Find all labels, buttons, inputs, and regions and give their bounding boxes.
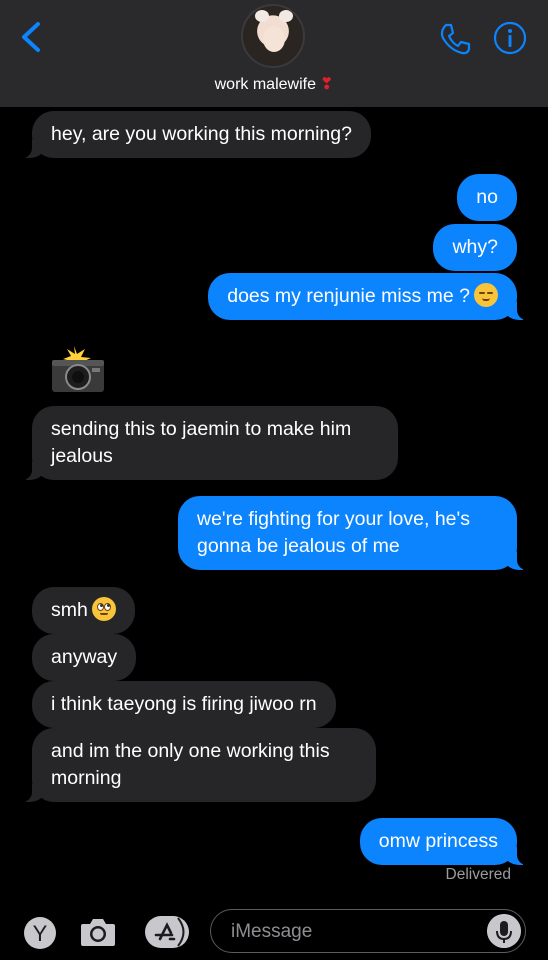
message-bubble-outgoing[interactable]: we're fighting for your love, he's gonna… xyxy=(178,496,531,570)
message-bubble-outgoing[interactable]: does my renjunie miss me ? xyxy=(208,273,531,320)
imessage-input[interactable]: iMessage xyxy=(210,909,526,953)
message-text: smh xyxy=(51,599,88,621)
heart-emoji: ❣ xyxy=(319,76,334,93)
message-bubble-incoming[interactable]: anyway xyxy=(32,634,137,681)
contact-name-label: work malewife xyxy=(214,76,316,93)
back-chevron-icon[interactable] xyxy=(18,20,44,54)
camera-with-flash-emoji[interactable] xyxy=(50,346,106,394)
message-bubble-incoming[interactable]: hey, are you working this morning? xyxy=(18,111,371,158)
message-text: and im the only one working this morning xyxy=(51,740,330,789)
message-bubble-incoming[interactable]: smh xyxy=(32,587,135,634)
rolling-eyes-emoji xyxy=(91,597,116,621)
message-bubble-outgoing[interactable]: omw princess xyxy=(359,818,532,865)
info-icon[interactable] xyxy=(493,21,527,55)
delivery-status: Delivered xyxy=(445,866,511,883)
contact-avatar[interactable] xyxy=(241,4,305,68)
microphone-icon[interactable] xyxy=(487,914,521,948)
camera-icon[interactable] xyxy=(79,914,117,948)
message-bubble-outgoing[interactable]: why? xyxy=(433,224,517,271)
message-text: sending this to jaemin to make him jealo… xyxy=(51,418,352,467)
app-store-icon[interactable] xyxy=(143,914,191,950)
input-placeholder: iMessage xyxy=(231,921,313,942)
message-bubble-incoming[interactable]: i think taeyong is firing jiwoo rn xyxy=(32,681,336,728)
message-text: why? xyxy=(452,236,498,258)
phone-icon[interactable] xyxy=(438,22,472,56)
conversation-header: work malewife ❣ xyxy=(0,0,548,107)
message-text: does my renjunie miss me ? xyxy=(227,285,470,307)
message-bubble-incoming[interactable]: and im the only one working this morning xyxy=(18,728,376,802)
contact-name[interactable]: work malewife ❣ xyxy=(0,74,548,94)
message-text: we're fighting for your love, he's gonna… xyxy=(197,508,470,557)
message-text: i think taeyong is firing jiwoo rn xyxy=(51,693,317,715)
relieved-face-emoji xyxy=(474,283,498,307)
message-text: no xyxy=(476,186,498,208)
yelp-app-icon[interactable]: Y xyxy=(23,916,57,950)
message-text: hey, are you working this morning? xyxy=(51,123,352,145)
svg-text:Y: Y xyxy=(33,921,48,946)
message-bubble-outgoing[interactable]: no xyxy=(457,174,517,221)
message-text: omw princess xyxy=(378,830,498,852)
message-text: anyway xyxy=(51,646,118,668)
message-bubble-incoming[interactable]: sending this to jaemin to make him jealo… xyxy=(18,406,398,480)
